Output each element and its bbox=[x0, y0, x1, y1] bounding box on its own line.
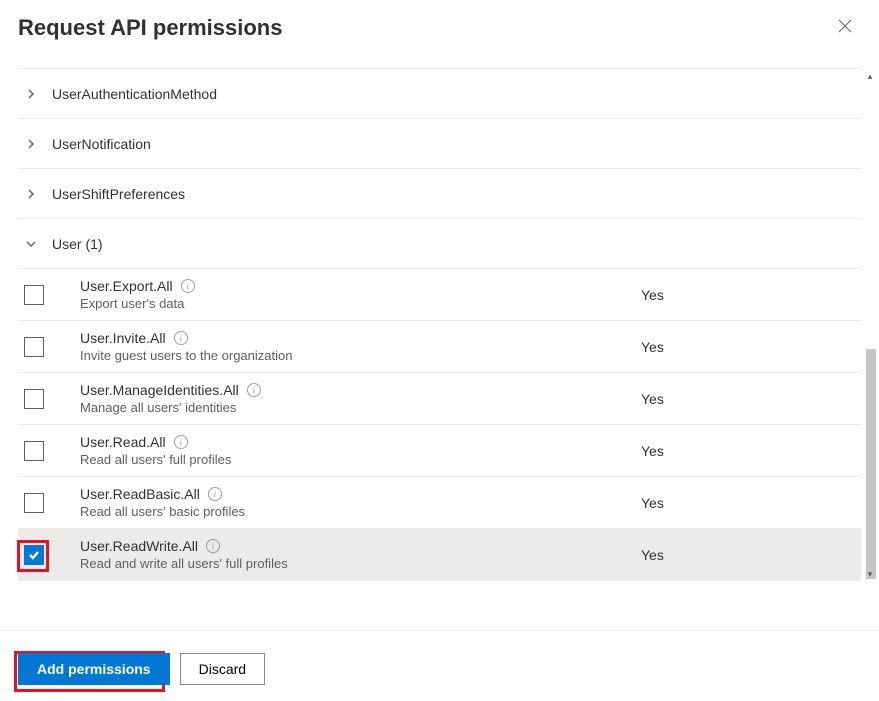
scrollbar-thumb[interactable] bbox=[866, 349, 876, 579]
info-icon[interactable]: i bbox=[208, 487, 222, 501]
permission-name: User.Invite.All bbox=[80, 330, 166, 346]
permission-description: Export user's data bbox=[80, 296, 641, 311]
admin-consent-value: Yes bbox=[641, 547, 861, 563]
group-usershiftpreferences[interactable]: UserShiftPreferences bbox=[18, 169, 861, 219]
panel-header: Request API permissions bbox=[18, 12, 861, 44]
group-user[interactable]: User (1) bbox=[18, 219, 861, 269]
permission-checkbox[interactable] bbox=[24, 389, 44, 409]
info-icon[interactable]: i bbox=[247, 383, 261, 397]
permission-description: Read all users' basic profiles bbox=[80, 504, 641, 519]
permission-row[interactable]: User.ReadWrite.All i Read and write all … bbox=[18, 529, 861, 581]
close-button[interactable] bbox=[829, 12, 861, 44]
permission-row[interactable]: User.Read.All i Read all users' full pro… bbox=[18, 425, 861, 477]
permission-name: User.Read.All bbox=[80, 434, 166, 450]
group-label: User (1) bbox=[52, 236, 103, 252]
info-icon[interactable]: i bbox=[174, 331, 188, 345]
permission-row[interactable]: User.ReadBasic.All i Read all users' bas… bbox=[18, 477, 861, 529]
permission-name: User.Export.All bbox=[80, 278, 173, 294]
chevron-right-icon bbox=[24, 187, 38, 201]
permission-checkbox[interactable] bbox=[24, 545, 44, 565]
permissions-scroll-area: UserAuthenticationMethod UserNotificatio… bbox=[18, 68, 861, 581]
permission-row[interactable]: User.Invite.All i Invite guest users to … bbox=[18, 321, 861, 373]
permission-name: User.ManageIdentities.All bbox=[80, 382, 239, 398]
group-usernotification[interactable]: UserNotification bbox=[18, 119, 861, 169]
admin-consent-value: Yes bbox=[641, 287, 861, 303]
group-label: UserNotification bbox=[52, 136, 151, 152]
admin-consent-value: Yes bbox=[641, 443, 861, 459]
permission-description: Read all users' full profiles bbox=[80, 452, 641, 467]
chevron-right-icon bbox=[24, 87, 38, 101]
close-icon bbox=[838, 19, 852, 38]
permission-checkbox[interactable] bbox=[24, 337, 44, 357]
permission-name: User.ReadBasic.All bbox=[80, 486, 200, 502]
group-userauthenticationmethod[interactable]: UserAuthenticationMethod bbox=[18, 69, 861, 119]
permission-row[interactable]: User.ManageIdentities.All i Manage all u… bbox=[18, 373, 861, 425]
chevron-right-icon bbox=[24, 137, 38, 151]
footer-bar: Add permissions Discard bbox=[0, 630, 879, 701]
admin-consent-value: Yes bbox=[641, 391, 861, 407]
permission-description: Manage all users' identities bbox=[80, 400, 641, 415]
discard-button[interactable]: Discard bbox=[180, 653, 265, 685]
add-permissions-button[interactable]: Add permissions bbox=[18, 653, 170, 685]
scrollbar[interactable]: ▴ ▾ bbox=[863, 69, 877, 581]
permission-checkbox[interactable] bbox=[24, 285, 44, 305]
permission-description: Invite guest users to the organization bbox=[80, 348, 641, 363]
group-label: UserShiftPreferences bbox=[52, 186, 185, 202]
group-label: UserAuthenticationMethod bbox=[52, 86, 217, 102]
info-icon[interactable]: i bbox=[174, 435, 188, 449]
panel-title: Request API permissions bbox=[18, 15, 282, 41]
info-icon[interactable]: i bbox=[206, 539, 220, 553]
scroll-up-icon[interactable]: ▴ bbox=[863, 69, 877, 83]
info-icon[interactable]: i bbox=[181, 279, 195, 293]
permission-checkbox[interactable] bbox=[24, 493, 44, 513]
chevron-down-icon bbox=[24, 237, 38, 251]
scroll-down-icon[interactable]: ▾ bbox=[863, 567, 877, 581]
permission-row[interactable]: User.Export.All i Export user's data Yes bbox=[18, 269, 861, 321]
permission-description: Read and write all users' full profiles bbox=[80, 556, 641, 571]
permission-name: User.ReadWrite.All bbox=[80, 538, 198, 554]
admin-consent-value: Yes bbox=[641, 495, 861, 511]
admin-consent-value: Yes bbox=[641, 339, 861, 355]
permission-checkbox[interactable] bbox=[24, 441, 44, 461]
